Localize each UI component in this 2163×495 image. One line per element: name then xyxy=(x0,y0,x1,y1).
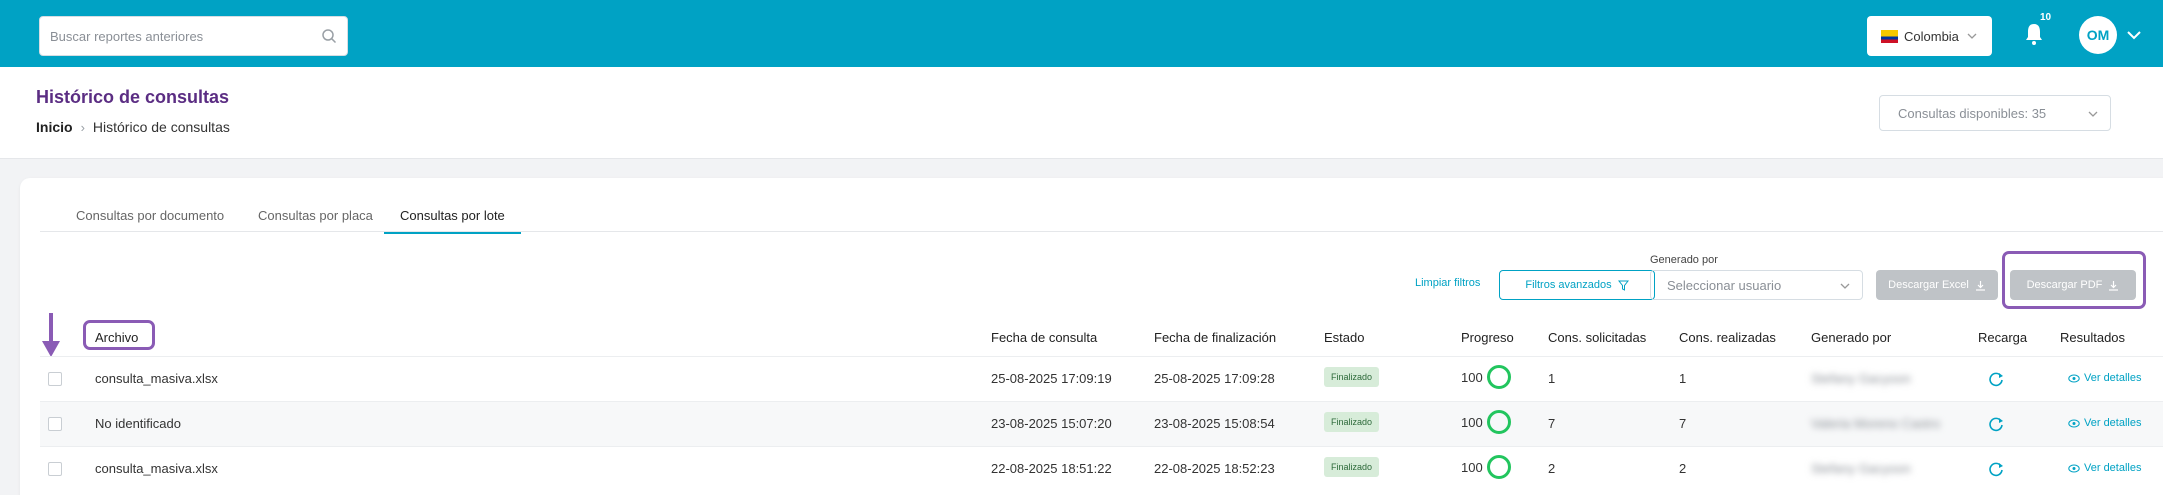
header-recarga[interactable]: Recarga xyxy=(1978,330,2027,345)
page-title: Histórico de consultas xyxy=(36,87,230,107)
progress-indicator: 100 xyxy=(1461,365,1511,389)
tab-consultas-documento[interactable]: Consultas por documento xyxy=(76,208,224,232)
cell-cons-realizadas: 1 xyxy=(1679,371,1687,386)
status-badge: Finalizado xyxy=(1324,367,1380,387)
cell-fecha-finalizacion: 25-08-2025 17:09:28 xyxy=(1154,371,1275,386)
view-details-label: Ver detalles xyxy=(2084,417,2142,429)
header-fecha-consulta[interactable]: Fecha de consulta xyxy=(991,330,1097,345)
view-details-link[interactable]: Ver detalles xyxy=(2068,462,2141,474)
progress-indicator: 100 xyxy=(1461,455,1511,479)
tab-consultas-lote[interactable]: Consultas por lote xyxy=(384,208,521,234)
header-archivo[interactable]: Archivo xyxy=(95,330,138,345)
cell-cons-solicitadas: 2 xyxy=(1548,461,1556,476)
header-cons-realizadas[interactable]: Cons. realizadas xyxy=(1679,330,1776,345)
cell-fecha-consulta: 25-08-2025 17:09:19 xyxy=(991,371,1112,386)
clear-filters-link[interactable]: Limpiar filtros xyxy=(1415,277,1480,289)
header-estado[interactable]: Estado xyxy=(1324,330,1364,345)
cell-archivo: No identificado xyxy=(95,416,181,431)
cell-fecha-finalizacion: 23-08-2025 15:08:54 xyxy=(1154,416,1275,431)
progress-value: 100 xyxy=(1461,369,1483,385)
annotation-arrow-icon xyxy=(42,313,60,357)
pdf-highlight-box xyxy=(2002,251,2146,309)
cell-generado-por: Valeria Moreno Castro xyxy=(1811,416,1941,431)
avatar[interactable]: OM xyxy=(2079,16,2117,54)
tab-bar: Consultas por documento Consultas por pl… xyxy=(40,202,2163,234)
status-badge: Finalizado xyxy=(1324,412,1380,432)
eye-icon xyxy=(2068,374,2080,382)
header-fecha-finalizacion[interactable]: Fecha de finalización xyxy=(1154,330,1276,345)
eye-icon xyxy=(2068,419,2080,427)
advanced-filters-label: Filtros avanzados xyxy=(1525,279,1612,291)
chevron-down-icon xyxy=(1967,33,1977,39)
cell-archivo: consulta_masiva.xlsx xyxy=(95,461,218,476)
chevron-down-icon[interactable] xyxy=(2126,29,2142,41)
view-details-label: Ver detalles xyxy=(2084,462,2142,474)
quota-label: Consultas disponibles: 35 xyxy=(1898,105,2047,121)
cell-generado-por: Stefany Gacyoon xyxy=(1811,371,1911,386)
progress-value: 100 xyxy=(1461,459,1483,475)
header-progreso[interactable]: Progreso xyxy=(1461,330,1514,345)
cell-cons-solicitadas: 1 xyxy=(1548,371,1556,386)
tab-consultas-placa[interactable]: Consultas por placa xyxy=(258,208,373,232)
user-select-placeholder: Seleccionar usuario xyxy=(1667,277,1782,293)
status-badge: Finalizado xyxy=(1324,457,1380,477)
cell-generado-por: Stefany Gacyoon xyxy=(1811,461,1911,476)
search-icon[interactable] xyxy=(321,28,337,44)
progress-ring-icon xyxy=(1486,455,1511,479)
cell-cons-realizadas: 2 xyxy=(1679,461,1687,476)
progress-ring-icon xyxy=(1486,365,1511,389)
cell-fecha-finalizacion: 22-08-2025 18:52:23 xyxy=(1154,461,1275,476)
view-details-link[interactable]: Ver detalles xyxy=(2068,372,2141,384)
eye-icon xyxy=(2068,464,2080,472)
row-checkbox[interactable] xyxy=(48,417,62,431)
reload-icon[interactable] xyxy=(1987,415,2005,433)
breadcrumb: Inicio › Histórico de consultas xyxy=(36,119,230,135)
reload-icon[interactable] xyxy=(1987,370,2005,388)
notification-count: 10 xyxy=(2040,12,2052,23)
results-card: Consultas por documento Consultas por pl… xyxy=(20,178,2163,495)
view-details-label: Ver detalles xyxy=(2084,372,2142,384)
row-checkbox[interactable] xyxy=(48,372,62,386)
cell-archivo: consulta_masiva.xlsx xyxy=(95,371,218,386)
header-generado-por[interactable]: Generado por xyxy=(1811,330,1891,345)
generated-by-label: Generado por xyxy=(1650,254,1718,266)
table-row: consulta_masiva.xlsx 22-08-2025 18:51:22… xyxy=(40,446,2163,491)
reload-icon[interactable] xyxy=(1987,460,2005,478)
user-select[interactable]: Seleccionar usuario xyxy=(1650,270,1863,300)
search-box[interactable] xyxy=(39,16,348,56)
progress-ring-icon xyxy=(1486,410,1511,434)
country-label: Colombia xyxy=(1904,28,1959,44)
search-input[interactable] xyxy=(50,17,310,55)
table-row: consulta_masiva.xlsx 25-08-2025 17:09:19… xyxy=(40,356,2163,401)
header-cons-solicitadas[interactable]: Cons. solicitadas xyxy=(1548,330,1646,345)
chevron-down-icon xyxy=(1840,283,1850,289)
progress-indicator: 100 xyxy=(1461,410,1511,434)
filter-icon xyxy=(1617,280,1629,291)
header-resultados[interactable]: Resultados xyxy=(2060,330,2125,345)
cell-fecha-consulta: 23-08-2025 15:07:20 xyxy=(991,416,1112,431)
country-selector[interactable]: Colombia xyxy=(1867,16,1992,56)
breadcrumb-home[interactable]: Inicio xyxy=(36,119,73,135)
download-excel-button[interactable]: Descargar Excel xyxy=(1876,270,1998,300)
progress-value: 100 xyxy=(1461,414,1483,430)
cell-cons-realizadas: 7 xyxy=(1679,416,1687,431)
row-checkbox[interactable] xyxy=(48,462,62,476)
download-excel-label: Descargar Excel xyxy=(1888,279,1969,291)
bell-icon[interactable] xyxy=(2023,22,2045,46)
cell-cons-solicitadas: 7 xyxy=(1548,416,1556,431)
chevron-down-icon xyxy=(2088,111,2098,117)
breadcrumb-separator-icon: › xyxy=(80,119,85,135)
download-icon xyxy=(1975,280,1985,291)
advanced-filters-button[interactable]: Filtros avanzados xyxy=(1499,270,1655,300)
view-details-link[interactable]: Ver detalles xyxy=(2068,417,2141,429)
colombia-flag-icon xyxy=(1881,29,1898,43)
page-header: Histórico de consultas Inicio › Históric… xyxy=(0,67,2163,159)
table-row: No identificado 23-08-2025 15:07:20 23-0… xyxy=(40,401,2163,446)
breadcrumb-current: Histórico de consultas xyxy=(92,119,230,135)
top-bar: Colombia 10 OM xyxy=(0,0,2163,67)
cell-fecha-consulta: 22-08-2025 18:51:22 xyxy=(991,461,1112,476)
quota-dropdown[interactable]: Consultas disponibles: 35 xyxy=(1879,95,2111,131)
